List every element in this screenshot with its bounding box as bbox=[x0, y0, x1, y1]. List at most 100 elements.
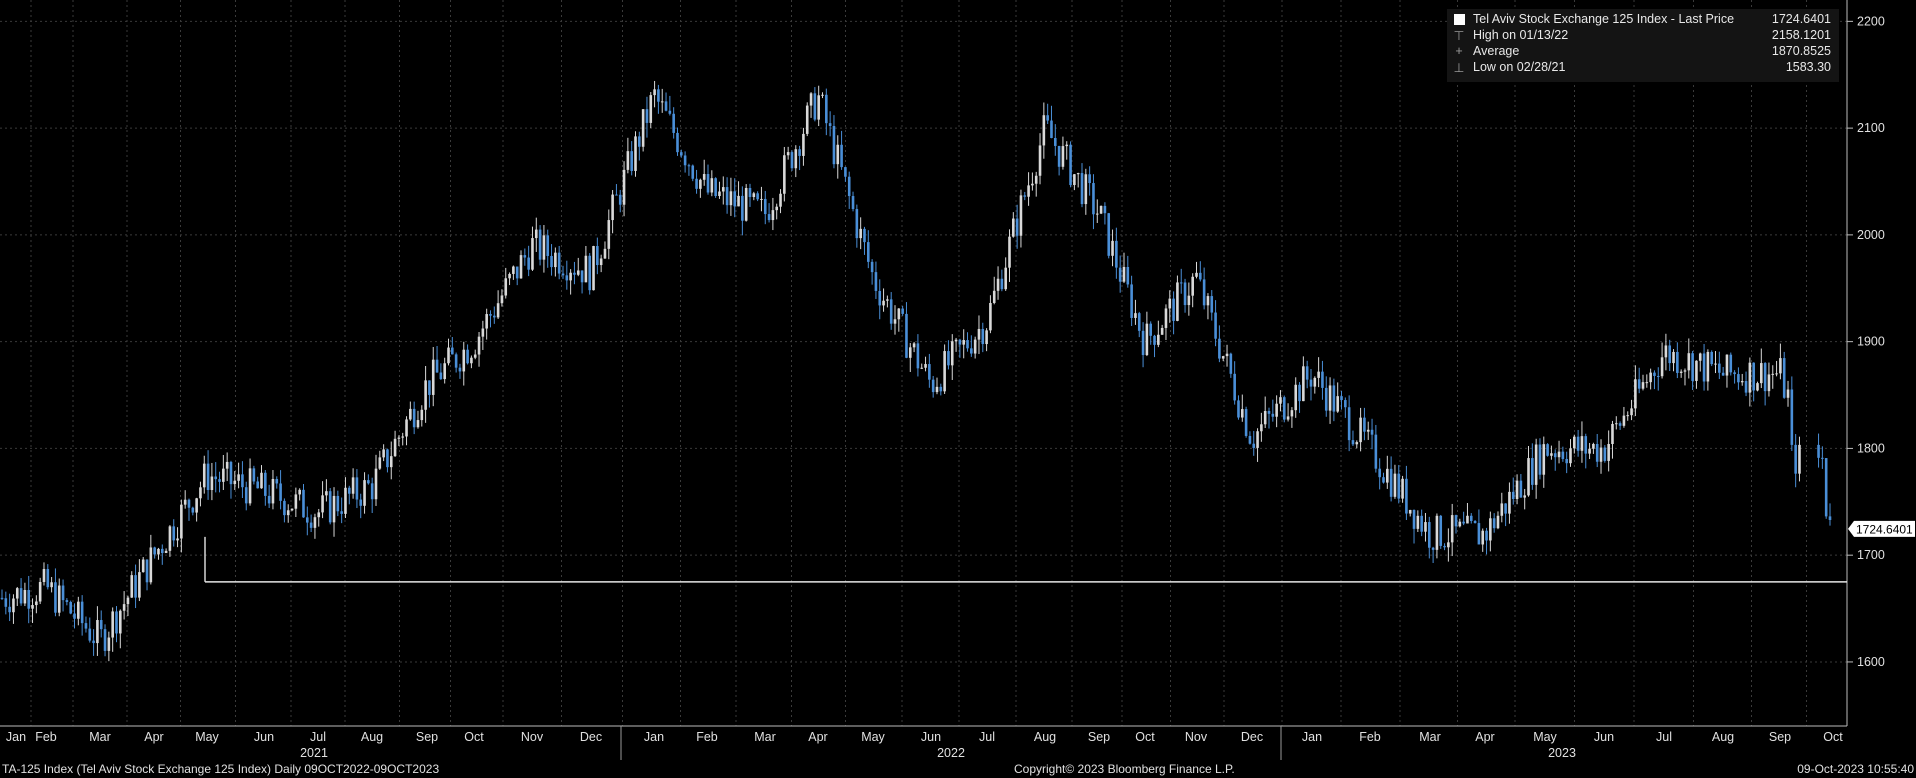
candle-body bbox=[202, 463, 206, 488]
candle-body bbox=[886, 299, 889, 301]
candle-body bbox=[1195, 272, 1198, 277]
candle-body bbox=[1534, 444, 1538, 485]
candle-body bbox=[370, 483, 374, 500]
legend-high-value: 2158.1201 bbox=[1771, 28, 1831, 42]
candle-body bbox=[1145, 323, 1149, 356]
candle-body bbox=[416, 420, 420, 428]
candle-body bbox=[1206, 296, 1210, 306]
candle-body bbox=[149, 547, 153, 583]
candle-body bbox=[214, 476, 218, 480]
candle-body bbox=[325, 491, 328, 496]
candle-body bbox=[809, 93, 813, 106]
x-tick-label: Mar bbox=[89, 730, 111, 744]
candle-body bbox=[1511, 491, 1515, 500]
candle-body bbox=[1546, 444, 1549, 456]
candle-body bbox=[1737, 374, 1740, 383]
candle-body bbox=[1561, 451, 1565, 459]
candle-body bbox=[103, 629, 107, 651]
candle-body bbox=[222, 468, 225, 482]
candle-body bbox=[84, 623, 88, 629]
x-tick-label: Jan bbox=[6, 730, 26, 744]
candle-body bbox=[630, 151, 633, 171]
candle-body bbox=[122, 604, 126, 611]
legend-row-average: + Average 1870.8525 bbox=[1447, 44, 1839, 59]
x-tick-label: Apr bbox=[808, 730, 827, 744]
candle-body bbox=[542, 235, 546, 260]
candle-body bbox=[767, 214, 771, 221]
candle-body bbox=[225, 461, 229, 469]
candle-body bbox=[771, 210, 775, 221]
candle-body bbox=[401, 436, 405, 438]
candle-body bbox=[54, 582, 57, 613]
candle-body bbox=[1519, 480, 1523, 498]
candle-body bbox=[77, 601, 80, 619]
candle-body bbox=[985, 330, 988, 345]
candle-body bbox=[1080, 173, 1084, 205]
candle-body bbox=[657, 89, 660, 102]
footer-copyright: Copyright© 2023 Bloomberg Finance L.P. bbox=[1014, 762, 1235, 776]
candle-body bbox=[500, 295, 504, 304]
candle-body bbox=[489, 314, 492, 316]
candle-body bbox=[462, 349, 466, 372]
candle-body bbox=[1172, 298, 1175, 321]
candle-body bbox=[844, 167, 847, 177]
candle-body bbox=[15, 588, 19, 599]
candle-body bbox=[996, 278, 1000, 291]
candle-body bbox=[1386, 468, 1389, 483]
candle-body bbox=[1088, 174, 1091, 184]
candle-body bbox=[1744, 381, 1748, 393]
candle-body bbox=[359, 499, 363, 506]
candle-body bbox=[138, 572, 141, 598]
candle-body bbox=[1641, 382, 1645, 389]
candle-body bbox=[615, 194, 618, 196]
legend-series-name: Tel Aviv Stock Exchange 125 Index - Last… bbox=[1473, 12, 1735, 26]
candle-body bbox=[1473, 520, 1477, 524]
candle-body bbox=[1718, 363, 1721, 373]
legend-last-price: 1724.6401 bbox=[1771, 12, 1831, 26]
candle-body bbox=[1424, 522, 1427, 532]
candle-body bbox=[1634, 379, 1637, 409]
candle-body bbox=[714, 178, 717, 197]
candle-body bbox=[977, 328, 981, 340]
candle-body bbox=[164, 550, 168, 554]
y-tick-label: 2000 bbox=[1857, 228, 1885, 242]
candle-body bbox=[1157, 334, 1160, 345]
candle-body bbox=[523, 255, 527, 258]
candle-body bbox=[1771, 373, 1775, 375]
candle-body bbox=[763, 198, 767, 215]
candle-body bbox=[805, 105, 809, 134]
candle-body bbox=[733, 191, 737, 207]
candle-body bbox=[386, 449, 389, 468]
candle-body bbox=[855, 209, 859, 239]
candle-body bbox=[141, 559, 145, 573]
candle-body bbox=[183, 499, 187, 505]
candle-body bbox=[1218, 338, 1221, 359]
x-tick-label: Dec bbox=[580, 730, 602, 744]
candle-body bbox=[1267, 410, 1271, 414]
candle-body bbox=[1076, 173, 1080, 175]
candle-body bbox=[1786, 389, 1790, 398]
candle-body bbox=[477, 336, 481, 355]
y-tick-label: 1700 bbox=[1857, 548, 1885, 562]
x-tick-label: Oct bbox=[1135, 730, 1155, 744]
x-year-label: 2023 bbox=[1548, 746, 1576, 760]
candle-body bbox=[267, 495, 271, 504]
x-year-label: 2021 bbox=[300, 746, 328, 760]
candle-body bbox=[1336, 396, 1339, 412]
candle-body bbox=[428, 380, 431, 395]
candle-body bbox=[1328, 385, 1332, 411]
candle-body bbox=[1168, 298, 1172, 309]
candle-body bbox=[473, 354, 477, 358]
candle-body bbox=[12, 598, 15, 613]
candle-body bbox=[42, 569, 46, 583]
candle-body bbox=[1103, 205, 1107, 214]
candle-body bbox=[126, 597, 130, 605]
x-tick-label: Sep bbox=[1769, 730, 1791, 744]
candle-body bbox=[1752, 362, 1755, 391]
candle-body bbox=[798, 149, 801, 156]
candle-body bbox=[290, 508, 294, 511]
candle-body bbox=[493, 315, 496, 318]
candle-body bbox=[989, 302, 992, 331]
candle-body bbox=[1271, 413, 1275, 417]
candle-body bbox=[691, 165, 695, 179]
